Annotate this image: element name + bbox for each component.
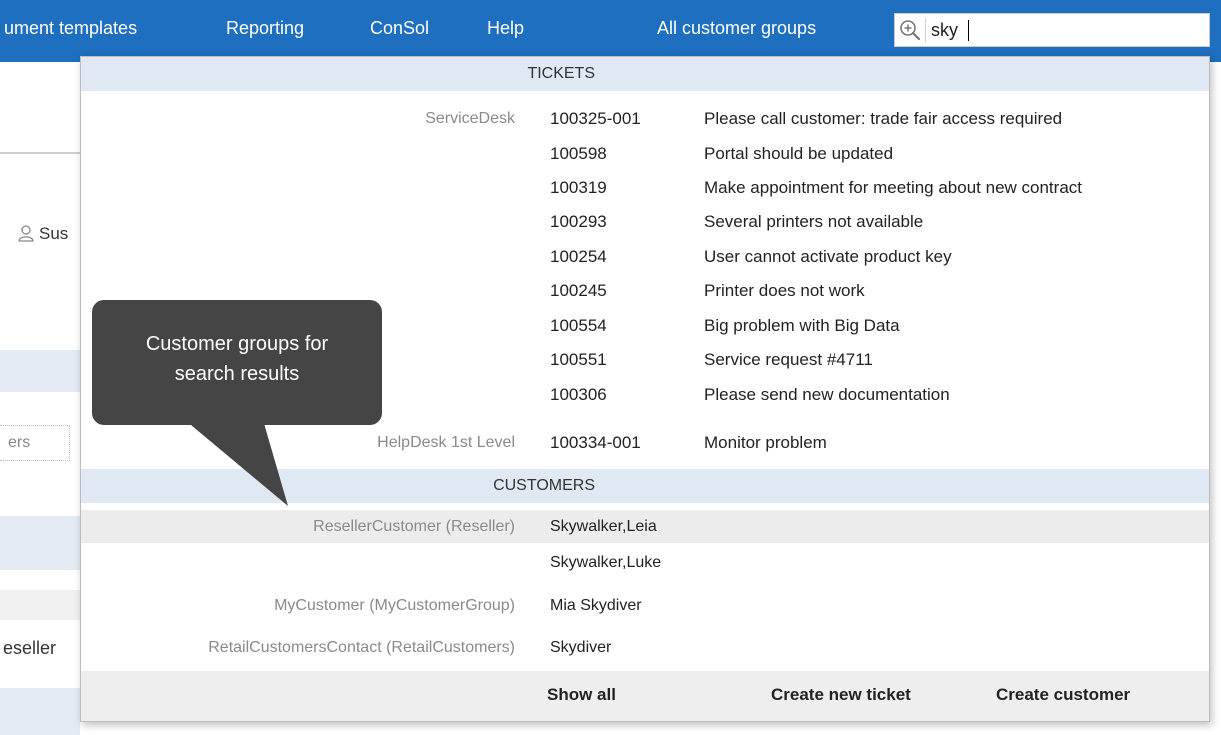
customer-name[interactable]: Mia Skydiver bbox=[550, 597, 642, 615]
ticket-number[interactable]: 100319 bbox=[550, 178, 607, 198]
search-box[interactable] bbox=[894, 13, 1210, 47]
user-icon bbox=[18, 225, 34, 242]
ticket-number[interactable]: 100598 bbox=[550, 144, 607, 164]
ticket-number[interactable]: 100245 bbox=[550, 281, 607, 301]
background-band bbox=[0, 688, 80, 735]
callout-line-1: Customer groups for bbox=[145, 333, 329, 355]
nav-item-help[interactable]: Help bbox=[487, 18, 524, 39]
ticket-number[interactable]: 100293 bbox=[550, 212, 607, 232]
customer-row[interactable]: Skywalker,Luke bbox=[81, 547, 1209, 580]
background-user-field[interactable]: Sus bbox=[17, 224, 68, 244]
ticket-row[interactable]: 100319 Make appointment for meeting abou… bbox=[81, 172, 1209, 205]
ticket-number[interactable]: 100551 bbox=[550, 350, 607, 370]
dropdown-footer: Show all Create new ticket Create custom… bbox=[81, 671, 1209, 721]
ticket-row[interactable]: 100254 User cannot activate product key bbox=[81, 241, 1209, 274]
ticket-number[interactable]: 100554 bbox=[550, 316, 607, 336]
callout-pointer bbox=[185, 420, 288, 506]
background-input[interactable]: ers bbox=[0, 425, 70, 461]
ticket-row[interactable]: 100325-001 Please call customer: trade f… bbox=[81, 102, 1209, 135]
ticket-subject[interactable]: Portal should be updated bbox=[704, 144, 893, 164]
background-user-label: Sus bbox=[39, 224, 69, 243]
ticket-number[interactable]: 100325-001 bbox=[550, 109, 641, 129]
customer-row[interactable]: RetailCustomersContact (RetailCustomers)… bbox=[81, 632, 1209, 665]
tickets-section-header: TICKETS bbox=[81, 57, 1209, 91]
customer-group-label: ResellerCustomer (Reseller) bbox=[313, 518, 515, 535]
nav-item-consol[interactable]: ConSol bbox=[370, 18, 429, 39]
ticket-number[interactable]: 100254 bbox=[550, 247, 607, 267]
customers-header-label: CUSTOMERS bbox=[493, 477, 595, 494]
ticket-number[interactable]: 100306 bbox=[550, 385, 607, 405]
ticket-subject[interactable]: Please send new documentation bbox=[704, 385, 950, 405]
ticket-subject[interactable]: Several printers not available bbox=[704, 212, 923, 232]
ticket-row[interactable]: 100293 Several printers not available bbox=[81, 206, 1209, 239]
customer-name[interactable]: Skywalker,Leia bbox=[550, 518, 657, 536]
search-separator bbox=[925, 18, 926, 42]
background-reseller-text: eseller bbox=[3, 638, 57, 658]
show-all-button[interactable]: Show all bbox=[547, 685, 616, 705]
ticket-row[interactable]: 100598 Portal should be updated bbox=[81, 137, 1209, 170]
background-divider bbox=[0, 152, 80, 154]
background-band bbox=[0, 516, 80, 570]
text-caret bbox=[968, 20, 969, 41]
top-navigation-bar: ument templates Reporting ConSol Help Al… bbox=[0, 0, 1221, 62]
customer-group-selector[interactable]: All customer groups bbox=[657, 18, 816, 39]
customer-name[interactable]: Skywalker,Luke bbox=[550, 554, 661, 572]
ticket-subject[interactable]: Please call customer: trade fair access … bbox=[704, 109, 1062, 129]
customer-group-label: MyCustomer (MyCustomerGroup) bbox=[274, 597, 515, 614]
ticket-subject[interactable]: Monitor problem bbox=[704, 433, 827, 453]
search-input[interactable] bbox=[931, 18, 1201, 42]
nav-item-document-templates[interactable]: ument templates bbox=[4, 18, 137, 39]
background-band bbox=[0, 350, 80, 392]
nav-item-reporting[interactable]: Reporting bbox=[226, 18, 304, 39]
callout-bubble: Customer groups for search results bbox=[92, 300, 382, 425]
customer-row[interactable]: ResellerCustomer (Reseller) Skywalker,Le… bbox=[81, 510, 1209, 543]
create-customer-button[interactable]: Create customer bbox=[996, 685, 1130, 705]
ticket-subject[interactable]: User cannot activate product key bbox=[704, 247, 952, 267]
ticket-subject[interactable]: Make appointment for meeting about new c… bbox=[704, 178, 1082, 198]
zoom-in-icon[interactable] bbox=[899, 19, 921, 41]
background-band bbox=[0, 590, 80, 620]
tickets-header-label: TICKETS bbox=[527, 65, 595, 82]
background-input-text: ers bbox=[8, 434, 31, 451]
customer-group-label: RetailCustomersContact (RetailCustomers) bbox=[208, 639, 515, 656]
customer-row[interactable]: MyCustomer (MyCustomerGroup) Mia Skydive… bbox=[81, 589, 1209, 622]
ticket-subject[interactable]: Printer does not work bbox=[704, 281, 865, 301]
create-ticket-button[interactable]: Create new ticket bbox=[771, 685, 911, 705]
ticket-subject[interactable]: Big problem with Big Data bbox=[704, 316, 900, 336]
callout-line-2: search results bbox=[174, 363, 300, 385]
ticket-subject[interactable]: Service request #4711 bbox=[704, 350, 873, 370]
customer-name[interactable]: Skydiver bbox=[550, 639, 611, 657]
ticket-number[interactable]: 100334-001 bbox=[550, 433, 641, 453]
